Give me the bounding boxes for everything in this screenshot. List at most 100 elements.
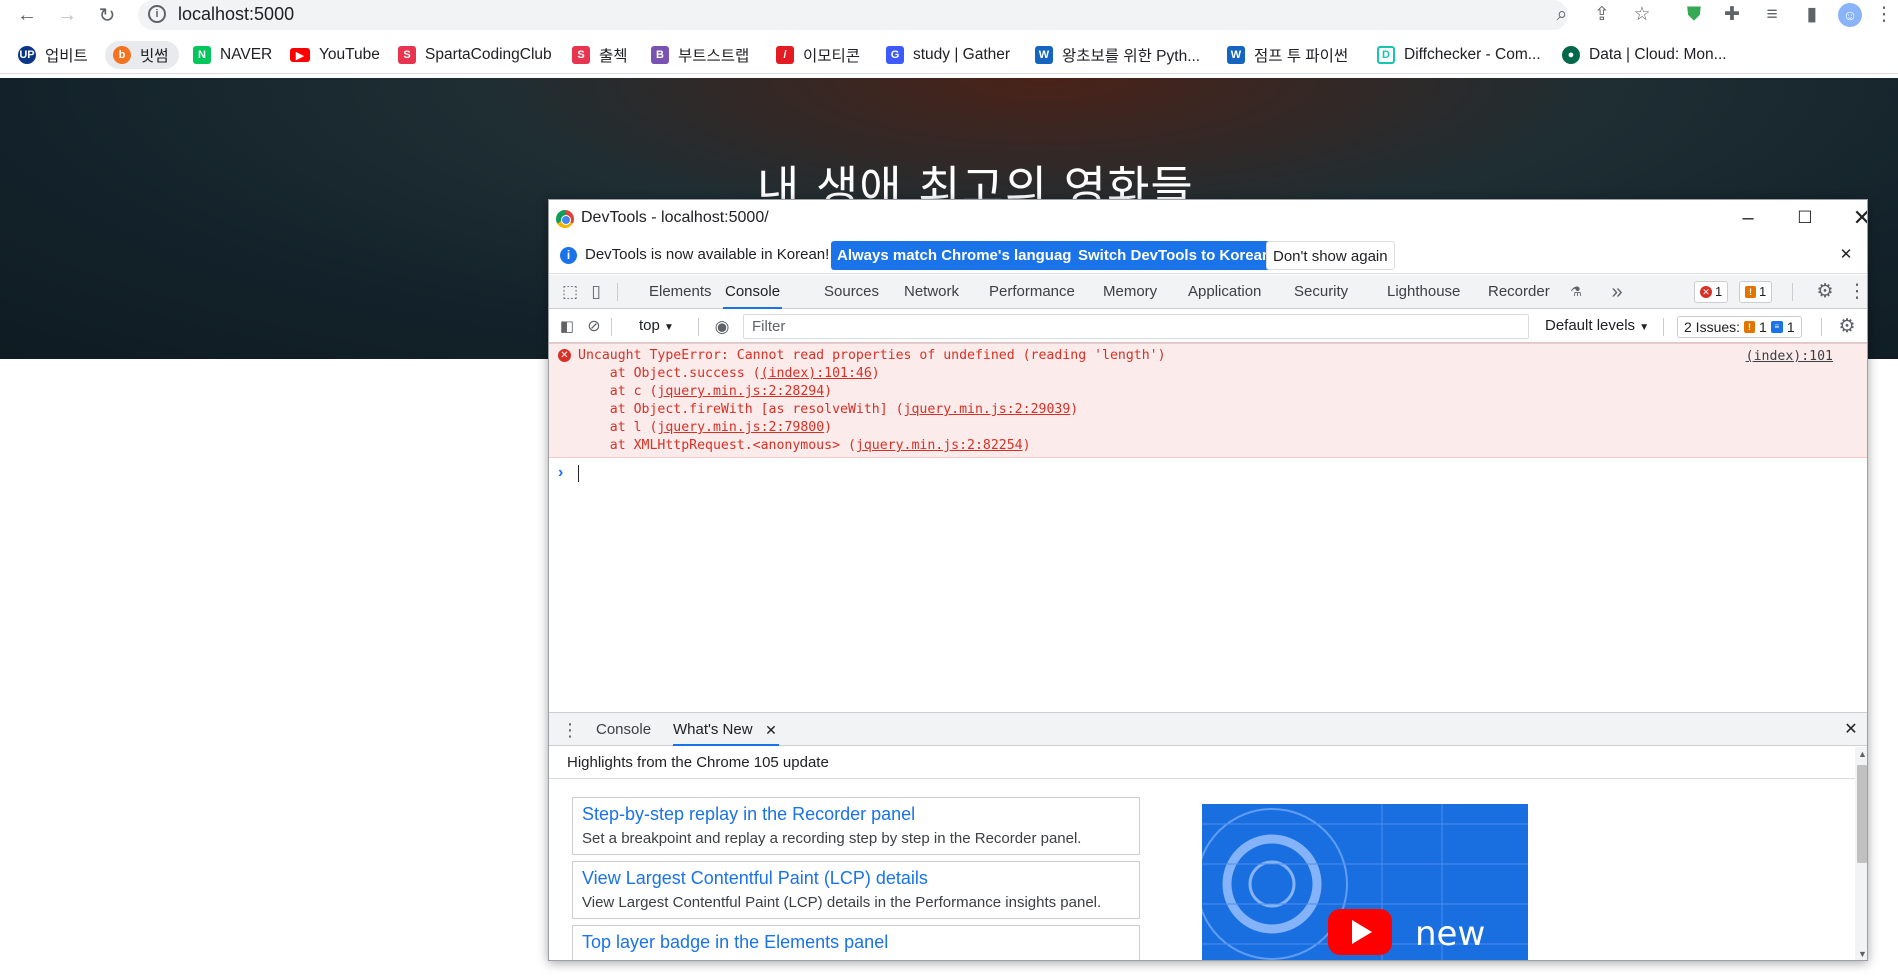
error-source-link[interactable]: (index):101	[1746, 349, 1833, 364]
back-arrow-icon[interactable]: ←	[14, 2, 40, 28]
device-toolbar-icon[interactable]: ▯	[584, 280, 608, 304]
tab-network[interactable]: Network	[904, 275, 959, 309]
more-menu-icon[interactable]: ⋮	[1874, 3, 1894, 27]
side-panel-icon[interactable]: ▮	[1800, 3, 1824, 27]
tab-security[interactable]: Security	[1294, 275, 1348, 309]
console-input-caret[interactable]	[578, 465, 579, 482]
filter-input[interactable]	[743, 314, 1529, 339]
scroll-down-arrow-icon[interactable]: ▼	[1858, 949, 1867, 959]
drawer-close-icon[interactable]: ✕	[1839, 718, 1863, 742]
reload-icon[interactable]: ↻	[94, 2, 120, 28]
address-bar[interactable]	[138, 0, 1568, 30]
minimize-icon[interactable]: –	[1725, 204, 1771, 232]
customize-menu-icon[interactable]: ⋮	[1845, 280, 1867, 304]
bookmark-label: SpartaCodingClub	[425, 46, 552, 63]
reading-list-icon[interactable]: ≡	[1760, 3, 1784, 27]
inspect-element-icon[interactable]: ⬚	[558, 280, 582, 304]
maximize-icon[interactable]: ☐	[1782, 204, 1828, 232]
feature-title-link[interactable]: Step-by-step replay in the Recorder pane…	[582, 804, 915, 825]
window-close-icon[interactable]: ✕	[1839, 204, 1867, 232]
bookmark-item[interactable]: W 왕초보를 위한 Pyth...	[1035, 41, 1200, 69]
bookmark-item[interactable]: W 점프 투 파이썬	[1227, 41, 1348, 69]
bookmark-item[interactable]: UP 업비트	[18, 41, 88, 69]
stack-text: at XMLHttpRequest.<anonymous> (	[578, 438, 856, 453]
live-expression-eye-icon[interactable]: ◉	[710, 315, 734, 339]
video-new-label: new	[1415, 914, 1486, 954]
scroll-thumb[interactable]	[1857, 765, 1867, 863]
bookmark-item[interactable]: B 부트스트랩	[651, 41, 749, 69]
share-icon[interactable]: ⇪	[1590, 3, 1614, 27]
warning-count-badge[interactable]: ! 1	[1739, 281, 1773, 303]
tab-lighthouse[interactable]: Lighthouse	[1387, 275, 1460, 309]
divider	[1792, 283, 1793, 301]
drawer-menu-icon[interactable]: ⋮	[558, 718, 582, 742]
levels-label: Default levels	[1545, 317, 1636, 334]
divider	[617, 283, 618, 301]
bookmark-item[interactable]: S SpartaCodingClub	[398, 41, 552, 69]
extensions-puzzle-icon[interactable]: ✚	[1720, 3, 1744, 27]
stack-link[interactable]: jquery.min.js:2:79800	[657, 420, 824, 435]
tab-memory[interactable]: Memory	[1103, 275, 1157, 309]
bookmark-star-icon[interactable]: ☆	[1630, 3, 1654, 27]
sidebar-toggle-icon[interactable]: ◧	[555, 315, 579, 339]
bookmark-favicon-icon: b	[113, 46, 131, 64]
feature-description: Set a breakpoint and replay a recording …	[582, 830, 1082, 847]
infobar-close-icon[interactable]: ✕	[1823, 241, 1867, 269]
bookmark-item[interactable]: N NAVER	[193, 41, 272, 69]
feature-card[interactable]: Step-by-step replay in the Recorder pane…	[572, 797, 1140, 855]
switch-to-korean-button[interactable]: Switch DevTools to Korean	[1072, 241, 1278, 270]
stack-link[interactable]: (index):101:46	[761, 366, 872, 381]
scroll-up-arrow-icon[interactable]: ▲	[1858, 749, 1867, 759]
bookmark-item[interactable]: / 이모티콘	[776, 41, 860, 69]
stack-link[interactable]: jquery.min.js:2:29039	[904, 402, 1071, 417]
bookmark-item[interactable]: Gstudy | Gather	[886, 41, 1010, 69]
feature-description: View Largest Contentful Paint (LCP) deta…	[582, 894, 1102, 911]
log-levels-dropdown[interactable]: Default levels ▼	[1545, 317, 1649, 334]
tab-elements[interactable]: Elements	[649, 275, 712, 309]
drawer-tab-console[interactable]: Console	[596, 713, 651, 746]
video-thumbnail[interactable]: new	[1202, 804, 1528, 960]
stack-line: at Object.fireWith [as resolveWith] (jqu…	[578, 402, 1078, 417]
tab-recorder[interactable]: Recorder	[1488, 275, 1550, 309]
url-text[interactable]: localhost:5000	[178, 4, 294, 25]
tab-application[interactable]: Application	[1188, 275, 1261, 309]
bookmark-item[interactable]: S 출첵	[572, 41, 628, 69]
more-tabs-chevron-icon[interactable]: »	[1605, 280, 1629, 304]
bookmark-favicon-icon: N	[193, 46, 211, 64]
error-count-badge[interactable]: ✕ 1	[1694, 281, 1729, 303]
console-error-message[interactable]: ✕ Uncaught TypeError: Cannot read proper…	[549, 343, 1867, 458]
bookmark-item[interactable]: b 빗썸	[105, 41, 179, 69]
forward-arrow-icon[interactable]: →	[54, 2, 80, 28]
devtools-titlebar[interactable]: DevTools - localhost:5000/ – ☐ ✕	[549, 200, 1867, 237]
match-language-button[interactable]: Always match Chrome's language	[831, 241, 1086, 270]
stack-link[interactable]: jquery.min.js:2:28294	[657, 384, 824, 399]
bookmark-favicon-icon: ▶	[290, 48, 310, 62]
zoom-icon[interactable]: ⌕	[1550, 3, 1574, 27]
feature-title-link[interactable]: View Largest Contentful Paint (LCP) deta…	[582, 868, 928, 889]
settings-gear-icon[interactable]: ⚙	[1813, 280, 1837, 304]
bookmark-item[interactable]: D Diffchecker - Com...	[1377, 41, 1541, 69]
profile-avatar-icon[interactable]: ☺	[1838, 3, 1862, 27]
tab-performance[interactable]: Performance	[989, 275, 1075, 309]
console-output[interactable]: ✕ Uncaught TypeError: Cannot read proper…	[549, 343, 1867, 712]
drawer-scrollbar[interactable]: ▲ ▼	[1855, 747, 1867, 960]
dont-show-again-button[interactable]: Don't show again	[1266, 241, 1395, 270]
shield-extension-icon[interactable]: ⛊	[1682, 3, 1706, 27]
bookmark-item[interactable]: ▶ YouTube	[290, 41, 380, 69]
console-settings-gear-icon[interactable]: ⚙	[1835, 315, 1859, 339]
bookmark-item[interactable]: ● Data | Cloud: Mon...	[1562, 41, 1727, 69]
site-info-icon[interactable]: i	[148, 5, 166, 23]
bookmark-label: 이모티콘	[803, 48, 861, 65]
close-tab-icon[interactable]: ✕	[759, 718, 783, 742]
bookmark-favicon-icon: B	[651, 46, 669, 64]
infobar-message: DevTools is now available in Korean!	[585, 246, 830, 263]
feature-title-link[interactable]: Top layer badge in the Elements panel	[582, 932, 888, 953]
feature-card[interactable]: View Largest Contentful Paint (LCP) deta…	[572, 861, 1140, 919]
tab-sources[interactable]: Sources	[824, 275, 879, 309]
clear-console-icon[interactable]: ⊘	[582, 315, 606, 339]
context-selector[interactable]: top ▼	[639, 317, 674, 334]
feature-card[interactable]: Top layer badge in the Elements panel	[572, 925, 1140, 960]
issues-button[interactable]: 2 Issues: ! 1 ≡ 1	[1677, 316, 1802, 338]
tab-console[interactable]: Console	[723, 275, 783, 309]
stack-link[interactable]: jquery.min.js:2:82254	[856, 438, 1023, 453]
